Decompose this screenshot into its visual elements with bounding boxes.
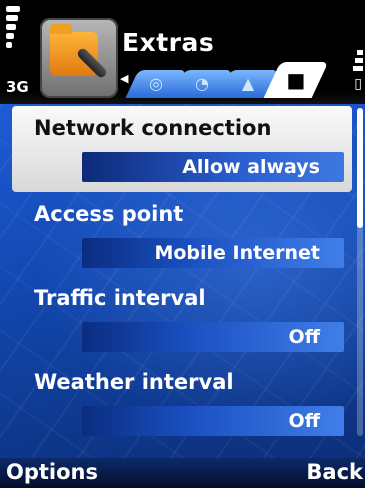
scrollbar[interactable] [357, 108, 363, 436]
settings-list: Network connection Allow always Access p… [0, 104, 365, 458]
setting-label: Access point [34, 202, 184, 226]
setting-network-connection[interactable]: Network connection Allow always [12, 106, 352, 192]
phone-screen: 3G Extras ◀ ◎ ◔ ▲ ■ ▯ Network connection… [0, 0, 365, 488]
tab-left-arrow-icon[interactable]: ◀ [120, 72, 128, 85]
tab-bar: ◎ ◔ ▲ ■ [125, 62, 332, 98]
battery-level-icon [353, 50, 363, 74]
setting-label: Weather interval [34, 370, 234, 394]
signal-strength-icon [6, 6, 22, 51]
battery-icon: ▯ [354, 76, 362, 92]
setting-value: Mobile Internet [82, 238, 344, 268]
scrollbar-thumb[interactable] [357, 108, 363, 228]
options-softkey[interactable]: Options [6, 460, 98, 484]
setting-value: Off [82, 322, 344, 352]
status-header: 3G Extras ◀ ◎ ◔ ▲ ■ ▯ [0, 0, 365, 104]
setting-label: Traffic interval [34, 286, 206, 310]
softkey-bar: Options Back [0, 458, 365, 488]
setting-value: Allow always [82, 152, 344, 182]
setting-label: Network connection [34, 116, 272, 140]
tab-folder[interactable]: ■ [263, 62, 329, 98]
setting-value: Off [82, 406, 344, 436]
network-type-label: 3G [6, 78, 29, 96]
folder-tab-icon: ■ [286, 68, 306, 92]
extras-app-icon [40, 18, 118, 98]
page-title: Extras [122, 28, 215, 57]
back-softkey[interactable]: Back [306, 460, 363, 484]
